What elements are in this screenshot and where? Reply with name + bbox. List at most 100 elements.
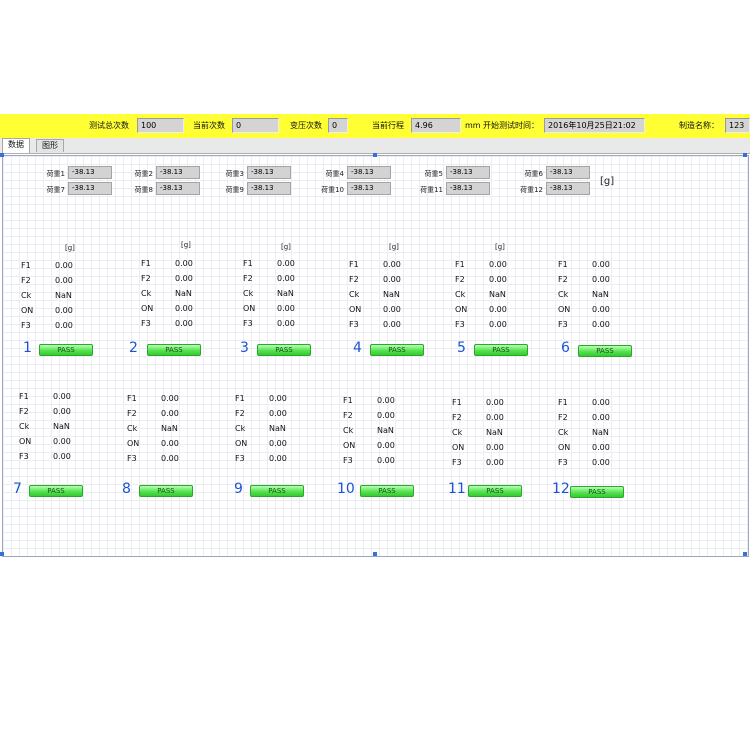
row-value: 0.00	[592, 320, 610, 329]
group-number: 10	[337, 481, 355, 497]
pass-status-button[interactable]: PASS	[570, 486, 624, 498]
load-value[interactable]: -38.13	[68, 166, 112, 179]
resize-handle[interactable]	[373, 552, 377, 556]
row-key: F2	[243, 274, 253, 283]
group-number: 4	[353, 340, 362, 356]
group-number: 5	[457, 340, 466, 356]
row-value: 0.00	[592, 275, 610, 284]
load-label: 荷重3	[225, 170, 244, 178]
pass-status-button[interactable]: PASS	[139, 485, 193, 497]
row-value: 0.00	[489, 260, 507, 269]
row-key: ON	[452, 443, 465, 452]
channel-group-6: F1 0.00 F2 0.00 Ck NaN ON 0.00 F3 0.00 6 PASS	[558, 241, 668, 371]
current-stroke-field[interactable]: 4.96	[411, 118, 461, 133]
group-row-f2: F2 0.00	[558, 275, 638, 287]
pass-status-button[interactable]: PASS	[578, 345, 632, 357]
pass-status-button[interactable]: PASS	[370, 344, 424, 356]
row-key: F2	[235, 409, 245, 418]
group-row-on: ON 0.00	[243, 304, 323, 316]
row-key: F3	[127, 454, 137, 463]
load-value[interactable]: -38.13	[446, 182, 490, 195]
pass-status-button[interactable]: PASS	[250, 485, 304, 497]
group-row-on: ON 0.00	[235, 439, 315, 451]
row-value: 0.00	[592, 398, 610, 407]
row-key: ON	[19, 437, 32, 446]
load-value[interactable]: -38.13	[347, 182, 391, 195]
row-value: 0.00	[55, 321, 73, 330]
group-number: 11	[448, 481, 466, 497]
tab-data[interactable]: 数据	[2, 138, 30, 153]
load-label: 荷重8	[134, 186, 153, 194]
pass-status-button[interactable]: PASS	[39, 344, 93, 356]
channel-group-10: F1 0.00 F2 0.00 Ck NaN ON 0.00 F3 0.00 10 PAS…	[337, 388, 453, 518]
row-value: 0.00	[489, 320, 507, 329]
total-tests-field[interactable]: 100	[137, 118, 184, 133]
start-time-field[interactable]: 2016年10月25日21:02	[544, 118, 645, 133]
pass-status-button[interactable]: PASS	[257, 344, 311, 356]
start-time-label: 开始测试时间：	[483, 121, 539, 130]
load-value[interactable]: -38.13	[247, 182, 291, 195]
load-value[interactable]: -38.13	[247, 166, 291, 179]
resize-handle[interactable]	[0, 153, 4, 157]
resize-handle[interactable]	[0, 552, 4, 556]
resize-handle[interactable]	[373, 153, 377, 157]
load-value[interactable]: -38.13	[546, 166, 590, 179]
group-row-f1: F1 0.00	[21, 261, 101, 273]
group-row-ck: Ck NaN	[455, 290, 535, 302]
group-row-f3: F3 0.00	[141, 319, 221, 331]
pass-status-button[interactable]: PASS	[468, 485, 522, 497]
row-value: 0.00	[175, 259, 193, 268]
row-key: F1	[235, 394, 245, 403]
row-value: NaN	[486, 428, 503, 437]
stroke-unit: mm	[465, 121, 481, 130]
row-key: ON	[558, 305, 571, 314]
load-value[interactable]: -38.13	[156, 182, 200, 195]
row-value: 0.00	[269, 439, 287, 448]
group-row-ck: Ck NaN	[127, 424, 207, 436]
row-value: 0.00	[175, 319, 193, 328]
load-value[interactable]: -38.13	[68, 182, 112, 195]
load-value[interactable]: -38.13	[156, 166, 200, 179]
row-value: 0.00	[53, 407, 71, 416]
row-key: Ck	[235, 424, 246, 433]
load-value[interactable]: -38.13	[546, 182, 590, 195]
row-value: 0.00	[161, 394, 179, 403]
group-row-ck: Ck NaN	[343, 426, 423, 438]
pass-status-button[interactable]: PASS	[360, 485, 414, 497]
pass-status-button[interactable]: PASS	[147, 344, 201, 356]
group-row-f3: F3 0.00	[343, 456, 423, 468]
pass-status-button[interactable]: PASS	[29, 485, 83, 497]
product-name-field[interactable]: 123	[725, 118, 750, 133]
load-value[interactable]: -38.13	[347, 166, 391, 179]
press-count-field[interactable]: 0	[328, 118, 348, 133]
row-value: 0.00	[277, 259, 295, 268]
resize-handle[interactable]	[743, 552, 747, 556]
pass-status-button[interactable]: PASS	[474, 344, 528, 356]
current-count-field[interactable]: 0	[232, 118, 279, 133]
row-value: NaN	[55, 291, 72, 300]
row-key: F3	[452, 458, 462, 467]
tab-graph[interactable]: 图形	[36, 139, 64, 152]
resize-handle[interactable]	[743, 153, 747, 157]
product-name-label: 制造名称：	[679, 121, 719, 130]
group-row-f2: F2 0.00	[235, 409, 315, 421]
row-key: F2	[21, 276, 31, 285]
tab-bar: 数据 图形	[0, 138, 750, 154]
group-row-ck: Ck NaN	[558, 428, 638, 440]
total-tests-label: 测试总次数	[89, 121, 129, 130]
row-key: F2	[141, 274, 151, 283]
group-number: 12	[552, 481, 570, 497]
row-value: 0.00	[592, 443, 610, 452]
row-key: F3	[141, 319, 151, 328]
row-key: Ck	[349, 290, 360, 299]
row-key: F3	[21, 321, 31, 330]
row-key: ON	[235, 439, 248, 448]
current-count-label: 当前次数	[193, 121, 225, 130]
row-value: 0.00	[592, 458, 610, 467]
row-key: Ck	[558, 428, 569, 437]
group-row-f1: F1 0.00	[19, 392, 99, 404]
row-key: F2	[349, 275, 359, 284]
group-row-f1: F1 0.00	[243, 259, 323, 271]
group-row-f2: F2 0.00	[127, 409, 207, 421]
load-value[interactable]: -38.13	[446, 166, 490, 179]
